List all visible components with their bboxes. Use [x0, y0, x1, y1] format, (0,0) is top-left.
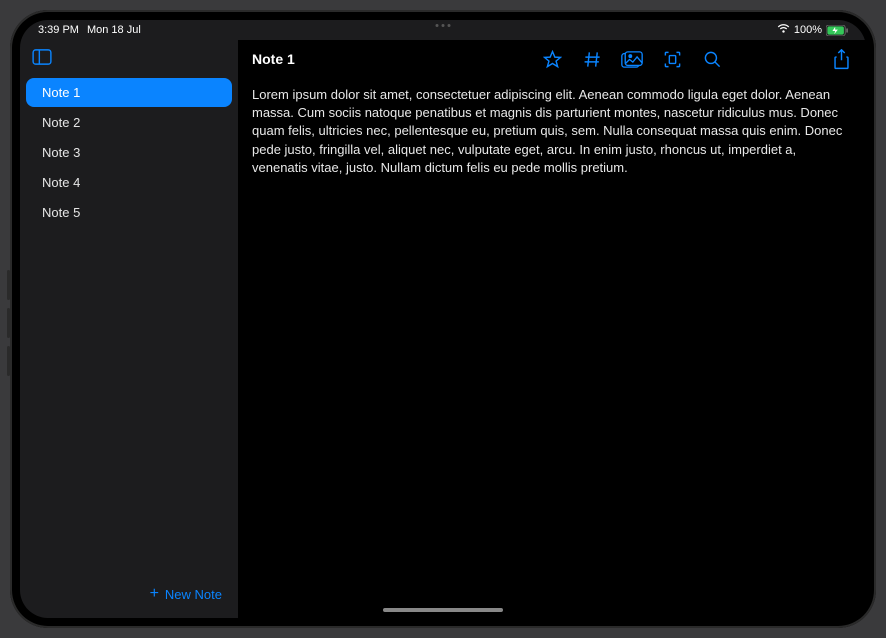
note-title: Note 1 [252, 51, 295, 67]
status-time: 3:39 PM [38, 24, 79, 36]
note-item-5[interactable]: Note 5 [26, 198, 232, 227]
note-body[interactable]: Lorem ipsum dolor sit amet, consectetuer… [238, 78, 866, 185]
note-item-4[interactable]: Note 4 [26, 168, 232, 197]
tag-button[interactable] [581, 48, 603, 70]
search-button[interactable] [701, 48, 723, 70]
notes-list: Note 1 Note 2 Note 3 Note 4 Note 5 [20, 78, 238, 574]
home-indicator[interactable] [383, 608, 503, 612]
toolbar: Note 1 [238, 40, 866, 78]
favorite-button[interactable] [541, 48, 563, 70]
note-item-2[interactable]: Note 2 [26, 108, 232, 137]
status-bar: 3:39 PM Mon 18 Jul 100% [20, 20, 866, 40]
wifi-icon [777, 24, 790, 37]
scan-button[interactable] [661, 48, 683, 70]
new-note-button[interactable]: + New Note [20, 574, 238, 618]
note-item-1[interactable]: Note 1 [26, 78, 232, 107]
new-note-label: New Note [165, 587, 222, 602]
note-item-3[interactable]: Note 3 [26, 138, 232, 167]
battery-icon [826, 25, 848, 36]
sidebar-toggle-button[interactable] [32, 49, 52, 70]
status-date: Mon 18 Jul [87, 24, 141, 36]
editor-pane: Note 1 [238, 40, 866, 618]
share-button[interactable] [830, 48, 852, 70]
sidebar: Note 1 Note 2 Note 3 Note 4 Note 5 + New… [20, 40, 238, 618]
image-button[interactable] [621, 48, 643, 70]
battery-percent: 100% [794, 24, 822, 36]
plus-icon: + [150, 586, 159, 602]
